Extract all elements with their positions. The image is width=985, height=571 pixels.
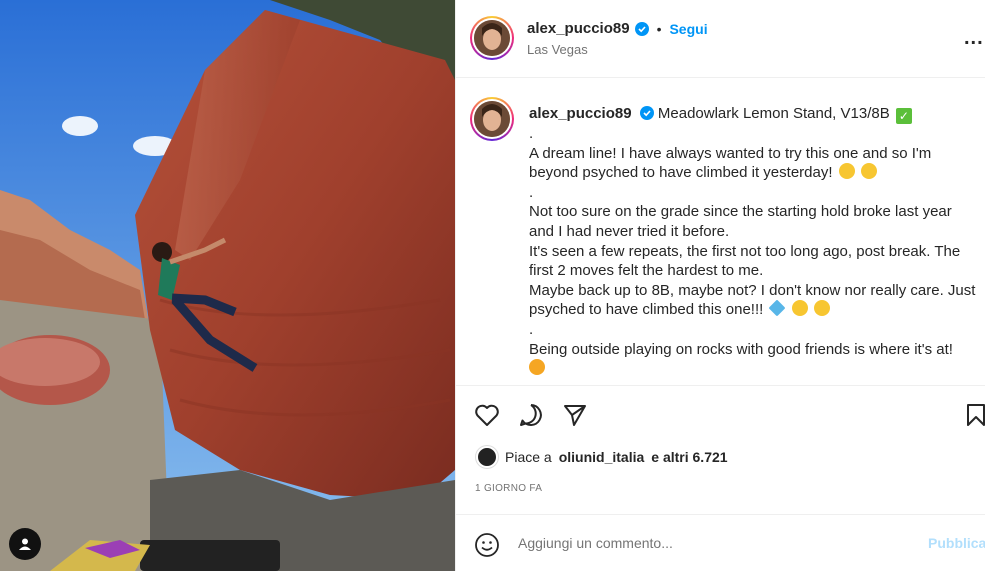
caption-line: and I had never tried it before. xyxy=(529,222,730,240)
comment-input[interactable] xyxy=(518,535,898,551)
caption-username[interactable]: alex_puccio89 xyxy=(529,105,632,122)
header-username[interactable]: alex_puccio89 xyxy=(527,20,630,37)
verified-icon xyxy=(634,21,649,36)
likes-count[interactable]: e altri 6.721 xyxy=(651,449,727,465)
caption-line: Maybe back up to 8B, maybe not? I don't … xyxy=(529,281,976,299)
more-icon[interactable]: ... xyxy=(964,27,984,50)
verified-icon xyxy=(639,106,654,120)
caption-text: alex_puccio89 Meadowlark Lemon Stand, V1… xyxy=(529,104,985,379)
comment-icon[interactable] xyxy=(517,401,545,429)
caption-line: A dream line! I have always wanted to tr… xyxy=(529,144,932,162)
publish-button[interactable]: Pubblica xyxy=(928,535,985,551)
post-details-panel: alex_puccio89 • Segui Las Vegas ... alex… xyxy=(455,0,985,571)
user-tag-icon xyxy=(19,538,31,550)
post-timestamp[interactable]: 1 GIORNO FA xyxy=(475,483,542,494)
climbing-photo xyxy=(0,0,455,571)
grin-emoji-icon xyxy=(838,163,855,180)
avatar-photo xyxy=(474,101,510,137)
caption-line-with-emoji: psyched to have climbed this one!!! xyxy=(529,299,985,320)
caption-area: alex_puccio89 Meadowlark Lemon Stand, V1… xyxy=(456,79,985,386)
caption-line: . xyxy=(529,125,534,142)
action-bar xyxy=(456,397,985,433)
likes-summary: Piace a oliunid_italia e altri 6.721 xyxy=(476,446,728,468)
caption-line: beyond psyched to have climbed it yester… xyxy=(529,164,833,182)
location-link[interactable]: Las Vegas xyxy=(527,42,588,57)
gem-emoji-icon xyxy=(768,299,786,317)
share-icon[interactable] xyxy=(561,401,589,429)
caption-emoji-line xyxy=(529,359,985,379)
caption-line: . xyxy=(529,183,534,201)
post-header: alex_puccio89 • Segui Las Vegas ... xyxy=(456,0,985,78)
header-user-row: alex_puccio89 • Segui xyxy=(527,20,708,37)
heart-icon[interactable] xyxy=(473,401,501,429)
caption-line: Not too sure on the grade since the star… xyxy=(529,203,952,221)
comment-bar: Pubblica xyxy=(456,514,985,571)
caption-line: It's seen a few repeats, the first not t… xyxy=(529,242,961,260)
caption-first-line: alex_puccio89 Meadowlark Lemon Stand, V1… xyxy=(529,104,985,124)
smile-emoji-icon xyxy=(860,163,877,180)
caption-line: Being outside playing on rocks with good… xyxy=(529,340,953,358)
caption-avatar[interactable] xyxy=(470,97,514,141)
user-tag-button[interactable] xyxy=(9,528,41,560)
caption-line: Meadowlark Lemon Stand, V13/8B xyxy=(657,105,890,122)
raised-hands-emoji-icon xyxy=(791,300,808,317)
follow-button[interactable]: Segui xyxy=(669,21,707,37)
grin-emoji-icon xyxy=(813,300,830,317)
caption-line: first 2 moves felt the hardest to me. xyxy=(529,262,764,280)
post-photo[interactable] xyxy=(0,0,455,571)
separator-dot: • xyxy=(656,20,662,37)
emoji-icon[interactable] xyxy=(474,532,500,558)
bookmark-icon[interactable] xyxy=(962,401,985,429)
likes-user[interactable]: oliunid_italia xyxy=(559,449,645,465)
caption-line: psyched to have climbed this one!!! xyxy=(529,301,764,319)
wink-kiss-emoji-icon xyxy=(529,359,545,376)
avatar[interactable] xyxy=(470,16,514,60)
caption-line: . xyxy=(529,320,534,338)
avatar-photo xyxy=(474,20,510,56)
check-emoji-icon: ✓ xyxy=(895,108,912,124)
caption-line-with-emoji: beyond psyched to have climbed it yester… xyxy=(529,163,985,183)
likes-prefix: Piace a xyxy=(505,449,552,465)
liker-avatar[interactable] xyxy=(476,446,498,468)
